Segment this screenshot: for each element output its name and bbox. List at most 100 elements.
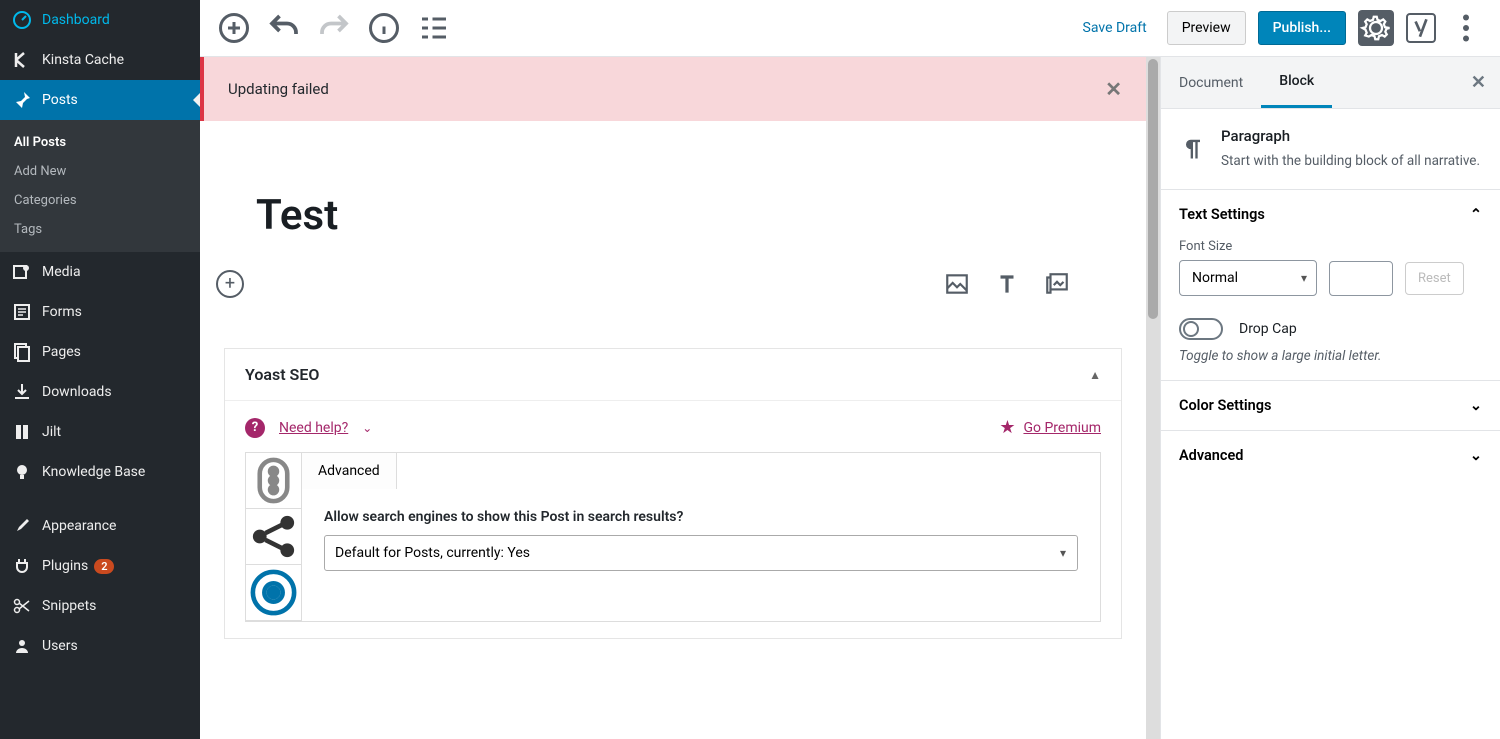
yoast-tab-advanced[interactable] [246, 565, 301, 621]
settings-tabs: Document Block ✕ [1161, 57, 1500, 109]
heading-block-icon[interactable] [994, 271, 1020, 297]
sidebar-item-media[interactable]: Media [0, 252, 200, 292]
tab-block[interactable]: Block [1261, 57, 1332, 108]
editor-topbar: Save Draft Preview Publish... [200, 0, 1500, 57]
sidebar-item-plugins[interactable]: Plugins 2 [0, 546, 200, 586]
color-settings-toggle[interactable]: Color Settings ⌄ [1179, 397, 1482, 414]
undo-button[interactable] [266, 10, 302, 46]
sidebar-sub-all-posts[interactable]: All Posts [0, 128, 200, 157]
sidebar-item-dashboard[interactable]: Dashboard [0, 0, 200, 40]
sidebar-item-forms[interactable]: Forms [0, 292, 200, 332]
yoast-title: Yoast SEO [245, 365, 319, 384]
block-desc-label: Start with the building block of all nar… [1221, 151, 1480, 171]
sidebar-item-snippets[interactable]: Snippets [0, 586, 200, 626]
yoast-toggle-button[interactable] [1406, 13, 1436, 43]
sidebar-label: Users [42, 638, 78, 654]
plugins-badge: 2 [94, 559, 114, 574]
need-help-link[interactable]: Need help? [279, 420, 348, 436]
dashboard-icon [12, 10, 32, 30]
chevron-up-icon: ⌃ [1470, 206, 1482, 223]
image-block-icon[interactable] [944, 271, 970, 297]
block-description: Paragraph Start with the building block … [1161, 109, 1500, 189]
save-draft-button[interactable]: Save Draft [1075, 14, 1155, 42]
font-size-input[interactable] [1329, 261, 1393, 296]
editor-scrollbar[interactable] [1146, 57, 1160, 739]
insert-block-button[interactable]: + [216, 270, 244, 298]
text-settings-toggle[interactable]: Text Settings ⌃ [1179, 206, 1482, 223]
tab-document[interactable]: Document [1161, 59, 1261, 107]
media-icon [12, 262, 32, 282]
gallery-block-icon[interactable] [1044, 271, 1070, 297]
sidebar-submenu-posts: All Posts Add New Categories Tags [0, 120, 200, 252]
more-menu-button[interactable] [1448, 10, 1484, 46]
yoast-seo-panel: Yoast SEO ▲ ? Need help? ⌄ ★ Go Premium [224, 348, 1122, 639]
sidebar-label: Forms [42, 304, 82, 320]
font-size-select[interactable]: Normal [1179, 260, 1317, 296]
pin-icon [12, 90, 32, 110]
chevron-up-icon: ▲ [1089, 368, 1101, 382]
yoast-panel-toggle[interactable]: Yoast SEO ▲ [225, 349, 1121, 400]
sidebar-sub-add-new[interactable]: Add New [0, 157, 200, 186]
sidebar-item-pages[interactable]: Pages [0, 332, 200, 372]
redo-button[interactable] [316, 10, 352, 46]
go-premium-link[interactable]: Go Premium [1023, 420, 1101, 436]
settings-toggle-button[interactable] [1358, 10, 1394, 46]
post-title[interactable]: Test [256, 191, 1090, 240]
chevron-down-icon: ⌄ [1470, 397, 1482, 414]
brush-icon [12, 516, 32, 536]
editor-column: Updating failed ✕ Test + Yoast SEO ▲ [200, 57, 1146, 739]
info-button[interactable] [366, 10, 402, 46]
users-icon [12, 636, 32, 656]
yoast-tab-social[interactable] [246, 509, 301, 565]
sidebar-sub-tags[interactable]: Tags [0, 215, 200, 244]
sidebar-item-downloads[interactable]: Downloads [0, 372, 200, 412]
add-block-button[interactable] [216, 10, 252, 46]
drop-cap-help: Toggle to show a large initial letter. [1179, 348, 1482, 364]
yoast-indexing-select[interactable]: Default for Posts, currently: Yes [324, 535, 1078, 571]
sidebar-label: Plugins [42, 558, 88, 574]
sidebar-item-users[interactable]: Users [0, 626, 200, 666]
kinsta-icon [12, 50, 32, 70]
sidebar-label: Pages [42, 344, 81, 360]
notice-close-button[interactable]: ✕ [1105, 77, 1122, 101]
yoast-question-label: Allow search engines to show this Post i… [324, 509, 1078, 525]
chevron-down-icon[interactable]: ⌄ [362, 421, 372, 435]
chevron-down-icon: ⌄ [1470, 447, 1482, 464]
notice-text: Updating failed [228, 80, 329, 98]
sidebar-item-kb[interactable]: Knowledge Base [0, 452, 200, 492]
font-size-label: Font Size [1179, 239, 1482, 254]
paragraph-icon [1179, 127, 1207, 171]
sidebar-item-jilt[interactable]: Jilt [0, 412, 200, 452]
sidebar-label: Kinsta Cache [42, 52, 124, 68]
sidebar-item-posts[interactable]: Posts [0, 80, 200, 120]
block-appender-row: + [200, 270, 1146, 318]
yoast-side-tabs [245, 452, 301, 622]
star-icon: ★ [999, 417, 1015, 438]
pages-icon [12, 342, 32, 362]
advanced-section: Advanced ⌄ [1161, 430, 1500, 480]
font-size-reset-button[interactable]: Reset [1405, 262, 1464, 295]
yoast-active-tab-label: Advanced [301, 452, 397, 489]
block-name-label: Paragraph [1221, 127, 1480, 145]
sidebar-item-kinsta[interactable]: Kinsta Cache [0, 40, 200, 80]
color-settings-section: Color Settings ⌄ [1161, 380, 1500, 430]
outline-button[interactable] [416, 10, 452, 46]
sidebar-label: Dashboard [42, 12, 110, 28]
sidebar-item-appearance[interactable]: Appearance [0, 506, 200, 546]
admin-sidebar: Dashboard Kinsta Cache Posts All Posts A… [0, 0, 200, 739]
bulb-icon [12, 462, 32, 482]
help-icon: ? [245, 418, 265, 438]
yoast-tab-readability[interactable] [246, 453, 301, 509]
advanced-toggle[interactable]: Advanced ⌄ [1179, 447, 1482, 464]
sidebar-label: Snippets [42, 598, 96, 614]
sidebar-sub-categories[interactable]: Categories [0, 186, 200, 215]
error-notice: Updating failed ✕ [200, 57, 1146, 121]
drop-cap-toggle[interactable] [1179, 318, 1223, 340]
settings-panel: Document Block ✕ Paragraph Start with th… [1160, 57, 1500, 739]
sidebar-label: Knowledge Base [42, 464, 145, 480]
sidebar-label: Downloads [42, 384, 112, 400]
drop-cap-label: Drop Cap [1239, 321, 1297, 337]
publish-button[interactable]: Publish... [1258, 11, 1346, 45]
preview-button[interactable]: Preview [1167, 11, 1246, 45]
close-settings-button[interactable]: ✕ [1457, 72, 1500, 93]
